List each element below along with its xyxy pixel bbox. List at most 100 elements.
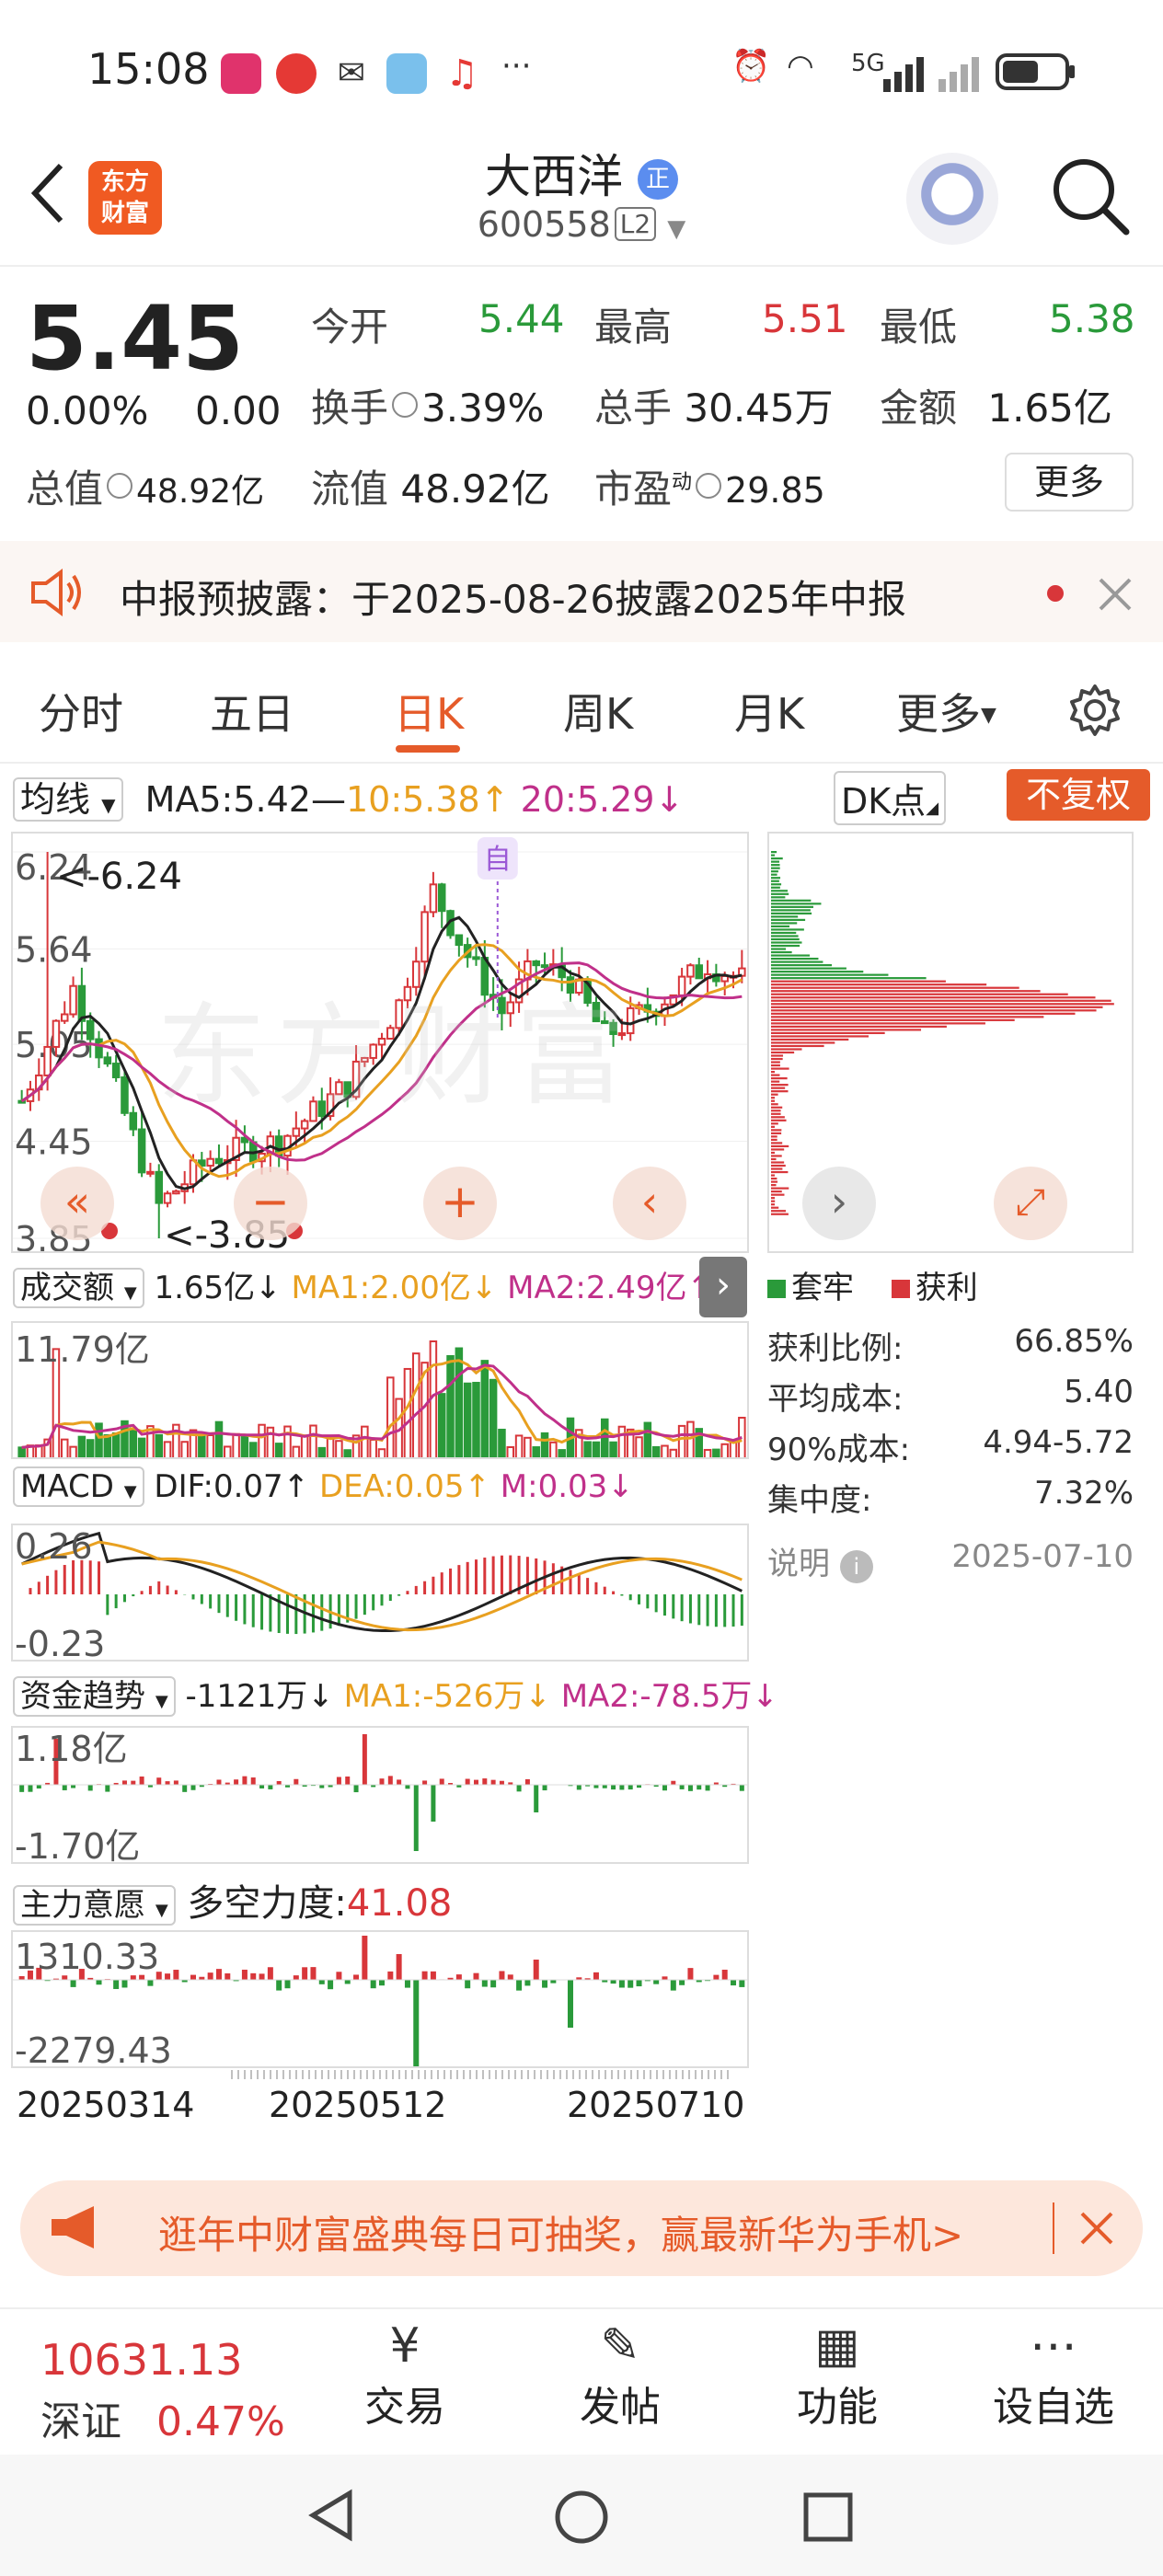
grid-icon: ▦ [814,2318,860,2374]
info-icon[interactable] [392,392,419,418]
nav-trade[interactable]: ¥ 交易 [350,2318,460,2432]
chip-bar [771,944,800,948]
volume-bar [403,1367,412,1457]
zoom-out-button[interactable]: − [234,1167,307,1240]
scroll-left-fast-button[interactable]: « [40,1167,114,1240]
macd-select[interactable]: MACD ▼ [13,1466,144,1507]
fund-select[interactable]: 资金趋势 ▼ [13,1676,176,1717]
nav-post[interactable]: ✎ 发帖 [565,2318,675,2432]
chip-bar [771,912,812,914]
chip-bar [771,1103,778,1106]
adjust-mode-button[interactable]: 不复权 [1007,769,1150,821]
more-quote-button[interactable]: 更多 [1005,453,1134,512]
collapse-panel-button[interactable]: › [699,1257,747,1317]
macd-header: MACD ▼ DIF:0.07↑ DEA:0.05↑ M:0.03↓ [13,1466,634,1507]
open-label: 今开 [311,305,389,350]
will-bottom-label: -2279.43 [15,2030,172,2068]
candle-body [146,1170,155,1175]
nav-add-watchlist[interactable]: ⋯ 设自选 [975,2318,1132,2432]
tab-daily-k[interactable]: 日K [394,681,464,742]
search-icon[interactable] [1049,155,1132,237]
chip-note[interactable]: 说明 i [767,1538,873,1589]
close-icon[interactable] [1078,2210,1115,2247]
volume-bar [532,1446,540,1457]
tab-more[interactable]: 更多▼ [896,681,996,742]
chip-bar [771,1038,849,1041]
volume-bar [617,1425,627,1457]
unread-dot [1047,585,1064,602]
chip-bar [771,1074,780,1076]
chip-bar [771,922,798,925]
y-axis-label: 4.45 [15,1122,93,1163]
tab-intraday[interactable]: 分时 [39,681,123,742]
back-triangle-icon[interactable] [304,2488,359,2543]
announcement-bar[interactable]: 中报预披露：于2025-08-26披露2025年中报 [0,541,1163,642]
volume-select[interactable]: 成交额 ▼ [13,1268,144,1308]
volume-bar [686,1420,695,1457]
chip-bar [771,867,780,869]
chip-bar [771,1016,1044,1018]
chip-bar [771,1148,785,1151]
signal-icon [883,57,979,92]
chip-bar [771,1080,780,1083]
candle-body [111,1063,121,1079]
index-ticker[interactable]: 10631.13 深证 0.47% [40,2335,285,2447]
chip-bar [771,1064,780,1067]
self-marker-label: 自 [484,844,512,876]
chip-bar [771,1174,775,1177]
robot-assistant-avatar[interactable] [906,153,998,245]
info-icon[interactable] [696,473,722,499]
chip-bar [771,1061,780,1064]
candle-body [103,1056,112,1065]
volume-bar [583,1441,592,1457]
chip-bar [771,1129,782,1132]
nav-functions[interactable]: ▦ 功能 [782,2318,892,2432]
volume-bar [703,1448,712,1457]
max-price-marker: <-6.24 [56,856,182,898]
zoom-in-button[interactable]: + [423,1167,497,1240]
candle-body [429,883,438,914]
volume-chart: 11.79亿 [11,1321,749,1459]
speaker-icon [31,569,81,616]
volume-bar [198,1435,206,1457]
main-will-select[interactable]: 主力意愿 ▼ [13,1885,176,1926]
alarm-icon: ⏰ [731,48,771,85]
volume-bar [248,1442,258,1457]
close-icon[interactable] [1097,576,1134,613]
chip-bar [771,909,811,912]
scroll-left-button[interactable]: ‹ [613,1167,686,1240]
scroll-right-button[interactable]: › [802,1167,876,1240]
chip-bar [771,857,783,860]
chip-bar [771,1155,782,1157]
dk-point-button[interactable]: DK点◢ [834,771,947,825]
tab-monthly-k[interactable]: 月K [734,681,804,742]
chip-legend: 套牢 获利 [767,1262,978,1307]
settings-gear-icon[interactable] [1067,683,1123,738]
info-icon[interactable] [107,473,133,499]
expand-icon[interactable]: ⤢ [994,1167,1067,1240]
chip-bar [771,1087,786,1089]
volume-bar [17,1446,26,1457]
chip-bar [771,937,800,941]
tab-five-day[interactable]: 五日 [210,681,294,742]
home-circle-icon[interactable] [552,2488,611,2547]
recents-square-icon[interactable] [800,2490,856,2545]
chip-bar [771,877,781,880]
candle-body [86,1019,95,1041]
volume-bar [77,1435,86,1457]
chip-bar [771,954,811,957]
chip-bar [771,880,779,882]
stock-header: 东方 财富 大西洋 正 600558 L2 ▼ [0,138,1163,267]
tab-weekly-k[interactable]: 周K [563,681,633,742]
macd-bottom-label: -0.23 [15,1624,105,1662]
volume-bar [549,1441,558,1457]
chip-bar [771,915,799,918]
main-will-header: 主力意愿 ▼ 多空力度:41.08 [13,1873,452,1926]
ma-select[interactable]: 均线 ▼ [13,777,123,822]
chip-bar [771,1164,786,1167]
candle-body [163,1192,172,1204]
chip-row: 集中度: 7.32% [767,1475,1134,1519]
chip-bar [771,1151,775,1155]
promo-banner[interactable]: 逛年中财富盛典每日可抽奖，赢最新华为手机> [20,2180,1143,2276]
period-tabs: 分时 五日 日K 周K 月K 更多▼ [0,655,1163,764]
